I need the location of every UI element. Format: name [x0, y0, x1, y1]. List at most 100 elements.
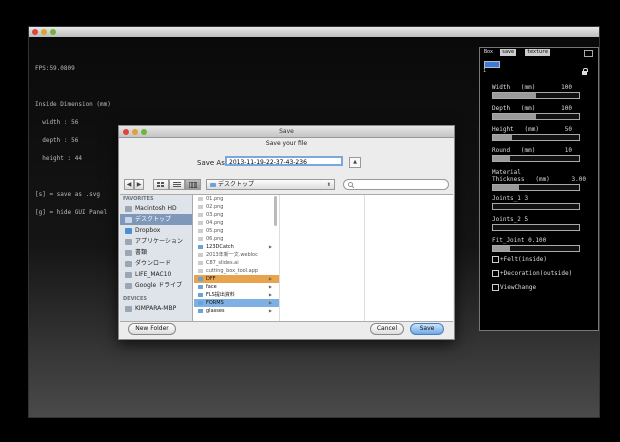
sidebar-item-label: Dropbox	[135, 227, 161, 234]
material-label-2: Thickness (mm)	[492, 176, 550, 183]
list-item[interactable]: DFF ▶	[194, 275, 279, 283]
list-item[interactable]: glasses ▶	[194, 307, 279, 315]
fps-readout: FPS:59.0809	[35, 65, 75, 72]
material-value: 3.00	[571, 176, 586, 183]
height-slider[interactable]	[492, 134, 580, 141]
save-hint: [s] = save as .svg	[35, 191, 101, 198]
list-item[interactable]: face ▶	[194, 283, 279, 291]
save-as-label: Save As:	[197, 159, 228, 167]
close-icon[interactable]	[123, 129, 129, 135]
slider-fill	[493, 114, 536, 119]
home-icon	[125, 271, 132, 278]
file-name: glasses	[206, 308, 225, 314]
folder-icon	[198, 244, 203, 249]
cancel-button[interactable]: Cancel	[370, 323, 404, 335]
checkbox-label: ViewChange	[500, 284, 537, 291]
list-item[interactable]: 05.png	[194, 227, 279, 235]
sidebar-item-label: Macintosh HD	[135, 205, 177, 212]
filename-field[interactable]: 2013-11-19-22-37-43-236	[225, 156, 343, 166]
file-name: cutting_box_tool.app	[206, 268, 259, 274]
save-button[interactable]: Save	[410, 323, 444, 335]
sidebar-item-label: アプリケーション	[135, 238, 183, 245]
list-item[interactable]: 01.png	[194, 195, 279, 203]
slider-fill	[493, 185, 519, 190]
list-item[interactable]: C87_slides.ai	[194, 259, 279, 267]
viewchange-checkbox[interactable]: ViewChange	[492, 284, 536, 291]
sidebar-item-applications[interactable]: アプリケーション	[120, 236, 192, 247]
sidebar-item-documents[interactable]: 書類	[120, 247, 192, 258]
param-fit-joint: Fit_Joint 0.100	[492, 237, 594, 252]
columns-icon	[188, 181, 198, 189]
tab-texture[interactable]: texture	[525, 49, 551, 56]
list-item[interactable]: 03.png	[194, 211, 279, 219]
file-name: face	[206, 284, 217, 290]
file-name: C87_slides.ai	[206, 260, 239, 266]
tab-save[interactable]: save	[500, 49, 517, 56]
icon-view-button[interactable]	[153, 179, 169, 190]
file-icon	[198, 196, 203, 201]
list-item[interactable]: 02.png	[194, 203, 279, 211]
folder-icon	[198, 292, 203, 297]
material-label-1: Material	[492, 169, 521, 176]
sidebar-item-desktop[interactable]: デスクトップ	[120, 214, 192, 225]
column-view-button[interactable]	[185, 179, 201, 190]
zoom-icon[interactable]	[50, 29, 56, 35]
search-input[interactable]	[343, 179, 449, 190]
sidebar-item-macintosh-hd[interactable]: Macintosh HD	[120, 203, 192, 214]
panel-top-slider[interactable]	[484, 61, 500, 68]
list-item[interactable]: FORMS ▶	[194, 299, 279, 307]
list-item[interactable]: cutting_box_tool.app	[194, 267, 279, 275]
sidebar-item-label: KIMPARA-MBP	[135, 305, 177, 312]
sidebar-item-label: 書類	[135, 249, 148, 256]
decoration-checkbox[interactable]: +Decoration(outside)	[492, 270, 572, 277]
sidebar-item-kimpara-mbp[interactable]: KIMPARA-MBP	[120, 303, 192, 314]
sidebar: FAVORITES Macintosh HD デスクトップ Dropbox アプ…	[120, 195, 193, 321]
gui-panel: Box save texture 1 Width (mm) 100 Depth (…	[479, 47, 599, 331]
hud-text: FPS:59.0809 Inside Dimension (mm) width …	[35, 54, 111, 228]
expand-icon[interactable]: ▲	[349, 157, 361, 168]
empty-column[interactable]	[365, 195, 452, 321]
folder-icon	[198, 300, 203, 305]
save-dialog: Save Save your file Save As: 2013-11-19-…	[118, 125, 455, 340]
empty-column[interactable]	[280, 195, 365, 321]
list-item[interactable]: 04.png	[194, 219, 279, 227]
dimension-title: Inside Dimension (mm)	[35, 101, 111, 108]
sidebar-item-downloads[interactable]: ダウンロード	[120, 258, 192, 269]
list-item[interactable]: 2013年新一文.webloc	[194, 251, 279, 259]
list-view-button[interactable]	[169, 179, 185, 190]
list-item[interactable]: 123DCatch ▶	[194, 243, 279, 251]
minimize-icon[interactable]	[132, 129, 138, 135]
sidebar-item-label: Google ドライブ	[135, 282, 183, 289]
sidebar-item-life-mac10[interactable]: LIFE_MAC10	[120, 269, 192, 280]
slider-fill	[493, 135, 512, 140]
forward-button[interactable]: ▶	[134, 179, 144, 190]
desktop-icon	[125, 216, 132, 223]
width-slider[interactable]	[492, 92, 580, 99]
minimize-icon[interactable]	[41, 29, 47, 35]
sidebar-item-google-drive[interactable]: Google ドライブ	[120, 280, 192, 291]
dialog-titlebar: Save	[119, 126, 454, 138]
list-item[interactable]: 06.png	[194, 235, 279, 243]
param-height: Height (mm) 50	[492, 126, 594, 141]
sidebar-item-dropbox[interactable]: Dropbox	[120, 225, 192, 236]
felt-checkbox[interactable]: +Felt(inside)	[492, 256, 547, 263]
joints-1-slider[interactable]	[492, 203, 580, 210]
thickness-slider[interactable]	[492, 184, 580, 191]
new-folder-button[interactable]: New Folder	[128, 323, 176, 335]
param-value: 50	[564, 126, 572, 133]
zoom-icon[interactable]	[141, 129, 147, 135]
panel-toggle[interactable]	[584, 50, 593, 57]
close-icon[interactable]	[32, 29, 38, 35]
chevron-right-icon: ▶	[268, 292, 272, 297]
file-name: 06.png	[206, 236, 224, 242]
file-name: 01.png	[206, 196, 224, 202]
list-item[interactable]: FLS提出資料 ▶	[194, 291, 279, 299]
fit-joint-slider[interactable]	[492, 245, 580, 252]
round-slider[interactable]	[492, 155, 580, 162]
depth-slider[interactable]	[492, 113, 580, 120]
laptop-icon	[125, 305, 132, 312]
tab-box[interactable]: Box	[482, 49, 495, 56]
back-button[interactable]: ◀	[124, 179, 134, 190]
location-popup[interactable]: デスクトップ ⬍	[206, 179, 335, 190]
joints-2-slider[interactable]	[492, 224, 580, 231]
